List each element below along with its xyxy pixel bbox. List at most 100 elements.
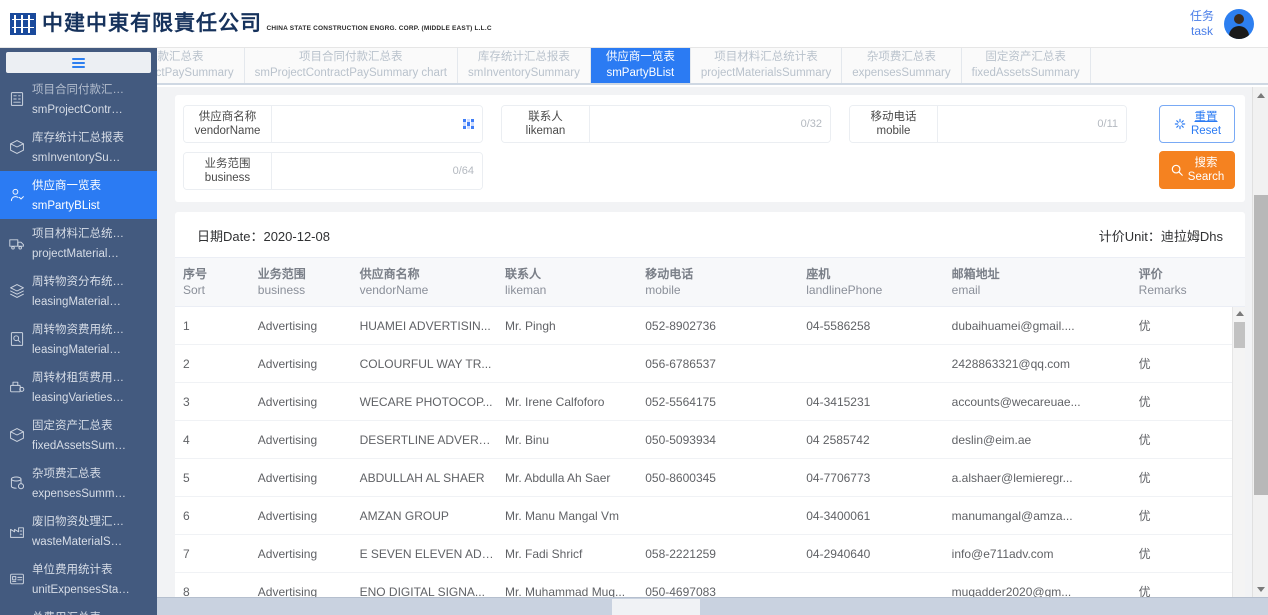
database-icon <box>8 474 26 492</box>
sidebar-item-label-en: unitExpensesSta… <box>32 584 130 596</box>
sidebar-item-leasingmaterial[interactable]: 周转物资费用统… leasingMaterial… <box>0 315 157 363</box>
sidebar-item-text: 总费用汇总表totalExpensesS… <box>32 607 123 615</box>
cell-Sort: 3 <box>175 382 250 422</box>
sidebar-item-sminventorysu[interactable]: 库存统计汇总报表 smInventorySu… <box>0 123 157 171</box>
menu-icon[interactable] <box>6 52 151 73</box>
page-scroll-down-icon[interactable] <box>1253 581 1268 597</box>
table-row[interactable]: 6 Advertising AMZAN GROUP Mr. Manu Mangal V… <box>175 496 1245 536</box>
card-icon <box>8 570 26 588</box>
sidebar-item-totalexpensess[interactable]: 总费用汇总表totalExpensesS… <box>0 603 157 615</box>
cell-mobile: 058-2221259 <box>637 534 799 574</box>
task-button[interactable]: 任务 task <box>1190 9 1214 39</box>
sidebar-item-wastematerials[interactable]: 废旧物资处理汇… wasteMaterialS… <box>0 507 157 555</box>
table-header-row: 序号 Sort 业务范围 business 供应商名称 vendorName 联系人 like… <box>175 256 1245 308</box>
column-header-Remarks: 评价 Remarks <box>1130 256 1245 308</box>
field-label-likeman: 联系人 likeman <box>502 106 590 142</box>
label-cn: 联系人 <box>528 110 563 123</box>
table-row[interactable]: 7 Advertising E SEVEN ELEVEN ADV... Mr. Fad… <box>175 534 1245 574</box>
tab-label-en: expensesSummary <box>852 66 951 79</box>
page-scroll-thumb[interactable] <box>1254 195 1268 495</box>
sidebar-item-leasingvarieties[interactable]: 周转材租赁费用… leasingVarieties… <box>0 363 157 411</box>
search-button[interactable]: 搜索 Search <box>1159 151 1235 189</box>
sidebar-item-fixedassetssum[interactable]: 固定资产汇总表 fixedAssetsSum… <box>0 411 157 459</box>
page-horizontal-scrollbar[interactable] <box>0 597 1268 615</box>
page-vertical-scrollbar[interactable] <box>1252 87 1268 597</box>
cell-Remarks: 优 <box>1130 496 1245 536</box>
hscroll-thumb[interactable] <box>612 599 700 615</box>
search-form-row-2: 业务范围 business 0/64 <box>183 152 1237 190</box>
search-icon <box>1170 163 1184 177</box>
sidebar-item-leasingmaterial[interactable]: 周转物资分布统… leasingMaterial… <box>0 267 157 315</box>
sidebar-item-text: 项目合同付款汇… smProjectContr… <box>32 79 124 119</box>
sidebar-item-smpartyblist[interactable]: 供应商一览表 smPartyBList <box>0 171 157 219</box>
cell-Remarks: 优 <box>1130 572 1245 597</box>
likeman-input[interactable]: 0/32 <box>590 106 830 142</box>
cell-email: accounts@wecareuae... <box>943 382 1131 422</box>
document-icon <box>8 90 26 108</box>
cell-Remarks: 优 <box>1130 382 1245 422</box>
reset-button[interactable]: 重置 Reset <box>1159 105 1235 143</box>
tab-fixedAssetsSummary[interactable]: 固定资产汇总表 fixedAssetsSummary <box>961 48 1091 83</box>
sidebar-item-label-cn: 废旧物资处理汇… <box>32 516 124 528</box>
date-info: 日期Date：2020-12-08 <box>197 226 330 245</box>
search-doc-icon <box>8 330 26 348</box>
table-row[interactable]: 1 Advertising HUAMEI ADVERTISIN... Mr. Ping… <box>175 307 1245 346</box>
app-header: 中建中東有限責任公司 CHINA STATE CONSTRUCTION ENGR… <box>0 0 1268 48</box>
company-name-en: CHINA STATE CONSTRUCTION ENGRG. CORP. (M… <box>266 25 492 32</box>
search-actions: 重置 Reset 搜索 Search <box>1159 105 1235 189</box>
tab-label-en: projectMaterialsSummary <box>700 66 832 79</box>
tab-smPartyBList[interactable]: 供应商一览表 smPartyBList <box>590 48 691 83</box>
column-header-cn: 座机 <box>806 267 831 281</box>
sidebar-item-smprojectcontr[interactable]: 项目合同付款汇… smProjectContr… <box>0 75 157 123</box>
sidebar-item-text: 固定资产汇总表 fixedAssetsSum… <box>32 415 126 455</box>
table-row[interactable]: 8 Advertising ENO DIGITAL SIGNA... Mr. Muha… <box>175 572 1245 597</box>
cell-landlinePhone: 04-7706773 <box>798 458 944 498</box>
table-row[interactable]: 4 Advertising DESERTLINE ADVERTI... Mr. Bin… <box>175 420 1245 460</box>
column-header-en: likeman <box>505 283 547 298</box>
avatar[interactable] <box>1224 8 1254 39</box>
table-row[interactable]: 5 Advertising ABDULLAH AL SHAER Mr. Abdulla… <box>175 458 1245 498</box>
grid-picker-icon[interactable] <box>463 118 474 130</box>
sidebar-item-projectmaterial[interactable]: 项目材料汇总统… projectMaterial… <box>0 219 157 267</box>
hscroll-track-right[interactable] <box>700 598 1268 615</box>
cell-landlinePhone: 04-3400061 <box>798 496 944 536</box>
column-header-mobile: 移动电话 mobile <box>637 256 799 308</box>
cell-mobile: 052-8902736 <box>637 307 799 346</box>
sidebar-item-label-cn: 周转物资费用统… <box>32 324 124 336</box>
tab-projectMaterialsSummary[interactable]: 项目材料汇总统计表 projectMaterialsSummary <box>690 48 843 83</box>
sidebar-item-unitexpensessta[interactable]: 单位费用统计表 unitExpensesSta… <box>0 555 157 603</box>
vendorName-input[interactable] <box>272 106 482 142</box>
page-scroll-up-icon[interactable] <box>1253 87 1268 103</box>
table-scroll-up-icon[interactable] <box>1233 307 1245 320</box>
tab-label-en: smInventorySummary <box>467 66 580 79</box>
column-header-vendorName: 供应商名称 vendorName <box>351 256 497 308</box>
cell-vendorName: WECARE PHOTOCOP... <box>351 382 497 422</box>
sidebar-item-text: 单位费用统计表 unitExpensesSta… <box>32 559 130 599</box>
cell-email: a.alshaer@lemieregr... <box>943 458 1131 498</box>
cell-mobile <box>637 496 799 536</box>
cell-likeman: Mr. Irene Calfoforo <box>497 382 638 422</box>
table-row[interactable]: 3 Advertising WECARE PHOTOCOP... Mr. Irene … <box>175 382 1245 422</box>
label-en: likeman <box>525 125 566 137</box>
field-likeman: 联系人 likeman 0/32 <box>501 105 831 143</box>
sidebar-item-expensessumm[interactable]: 杂项费汇总表 expensesSumm… <box>0 459 157 507</box>
tab-label-cn: 固定资产汇总表 <box>985 50 1066 63</box>
mobile-input[interactable]: 0/11 <box>938 106 1126 142</box>
table-vertical-scrollbar[interactable] <box>1232 307 1245 597</box>
cell-likeman: Mr. Fadi Shricf <box>497 534 638 574</box>
business-input[interactable]: 0/64 <box>272 153 482 189</box>
search-panel: 供应商名称 vendorName 联系人 likeman 0/32 移动电话 m… <box>175 95 1245 202</box>
sidebar-item-label-en: fixedAssetsSum… <box>32 440 126 452</box>
cell-vendorName: COLOURFUL WAY TR... <box>351 344 497 384</box>
tab-smProjectContractPaySummary-chart[interactable]: 项目合同付款汇总表 smProjectContractPaySummary cha… <box>244 48 458 83</box>
tab-expensesSummary[interactable]: 杂项费汇总表 expensesSummary <box>842 48 962 83</box>
cscec-logo-icon <box>10 12 36 35</box>
column-header-likeman: 联系人 likeman <box>497 256 638 308</box>
table-scroll-thumb[interactable] <box>1234 322 1245 349</box>
refresh-icon <box>1173 117 1187 131</box>
table-row[interactable]: 2 Advertising COLOURFUL WAY TR... 056-67865… <box>175 344 1245 384</box>
tab-smInventorySummary[interactable]: 库存统计汇总报表 smInventorySummary <box>457 48 591 83</box>
column-header-en: business <box>257 283 306 298</box>
column-header-business: 业务范围 business <box>249 256 352 308</box>
field-label-mobile: 移动电话 mobile <box>850 106 938 142</box>
